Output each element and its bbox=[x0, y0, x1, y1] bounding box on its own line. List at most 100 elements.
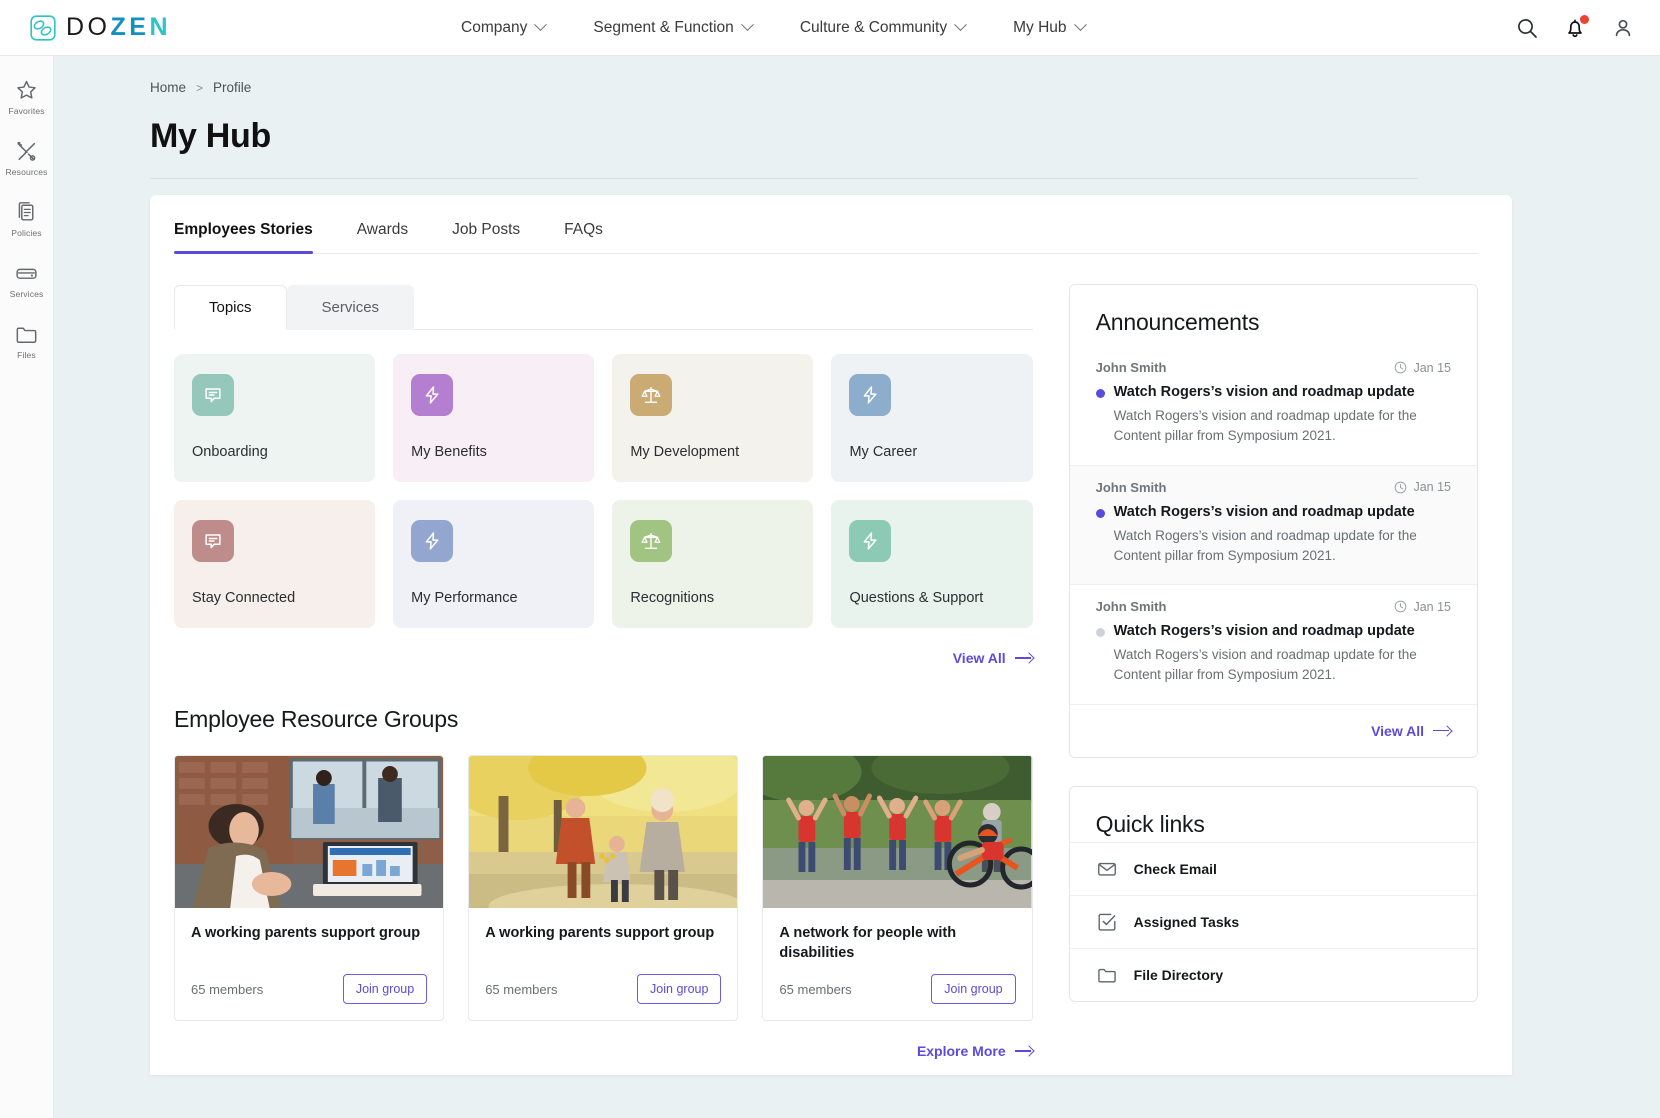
server-icon bbox=[14, 261, 39, 286]
tab-label: FAQs bbox=[564, 221, 603, 238]
topic-card-my-performance[interactable]: My Performance bbox=[393, 500, 595, 628]
left-column: Topics Services Onboarding My Benefits M… bbox=[174, 284, 1033, 1059]
announcement-item[interactable]: John Smith Jan 15 Watch Rogers’s vision … bbox=[1069, 465, 1477, 585]
sidebar-item-policies[interactable]: Policies bbox=[0, 200, 54, 238]
brand-logo[interactable]: DOZEN bbox=[30, 13, 171, 42]
chat-bubble-icon bbox=[192, 374, 234, 416]
announcement-item[interactable]: John Smith Jan 15 Watch Rogers’s vision … bbox=[1069, 346, 1477, 466]
brand-part-do: DO bbox=[66, 13, 111, 41]
topic-card-my-development[interactable]: My Development bbox=[612, 354, 814, 482]
tab-employees-stories[interactable]: Employees Stories bbox=[174, 221, 313, 254]
content-panel: Employees Stories Awards Job Posts FAQs bbox=[150, 195, 1512, 1075]
topic-card-my-career[interactable]: My Career bbox=[831, 354, 1033, 482]
join-group-button[interactable]: Join group bbox=[637, 974, 722, 1004]
search-button[interactable] bbox=[1514, 15, 1540, 41]
page-title: My Hub bbox=[150, 117, 271, 155]
unread-dot-icon bbox=[1095, 389, 1105, 398]
nav-item-culture-community[interactable]: Culture & Community bbox=[800, 18, 967, 37]
main-tabs: Employees Stories Awards Job Posts FAQs bbox=[174, 221, 1478, 254]
dozen-logo-icon bbox=[30, 14, 56, 41]
read-dot-icon bbox=[1095, 628, 1105, 637]
sidebar-item-label: Favorites bbox=[8, 106, 45, 116]
subtab-services[interactable]: Services bbox=[286, 285, 415, 330]
view-all-label: View All bbox=[1371, 722, 1424, 739]
subtab-label: Services bbox=[321, 299, 380, 316]
bolt-icon bbox=[411, 520, 454, 562]
announcement-description: Watch Rogers’s vision and roadmap update… bbox=[1113, 647, 1417, 683]
subtab-topics[interactable]: Topics bbox=[174, 285, 287, 330]
primary-nav: Company Segment & Function Culture & Com… bbox=[461, 18, 1087, 37]
erg-card-title: A working parents support group bbox=[485, 925, 715, 941]
announcement-date: Jan 15 bbox=[1394, 361, 1451, 375]
nav-item-company[interactable]: Company bbox=[461, 18, 548, 37]
clock-icon bbox=[1394, 361, 1407, 374]
nav-item-label: My Hub bbox=[1013, 18, 1067, 36]
nav-item-label: Segment & Function bbox=[593, 18, 734, 36]
erg-card[interactable]: A network for people with disabilities 6… bbox=[762, 755, 1033, 1021]
arrow-right-icon bbox=[1014, 653, 1033, 663]
quick-link-label: Assigned Tasks bbox=[1133, 913, 1240, 930]
erg-card-members: 65 members bbox=[779, 981, 852, 997]
chevron-down-icon bbox=[1073, 18, 1087, 32]
erg-grid: A working parents support group 65 membe… bbox=[174, 755, 1033, 1021]
erg-card[interactable]: A working parents support group 65 membe… bbox=[174, 755, 445, 1021]
checkbox-check-icon bbox=[1096, 911, 1118, 933]
nav-item-segment-function[interactable]: Segment & Function bbox=[593, 18, 754, 37]
scales-icon bbox=[630, 374, 673, 416]
bolt-icon bbox=[411, 374, 454, 416]
announcement-title: Watch Rogers’s vision and roadmap update bbox=[1095, 503, 1451, 520]
breadcrumb-home[interactable]: Home bbox=[150, 80, 186, 95]
tab-awards[interactable]: Awards bbox=[357, 221, 408, 253]
chevron-down-icon bbox=[534, 18, 548, 32]
sidebar-item-favorites[interactable]: Favorites bbox=[0, 78, 54, 116]
join-group-button[interactable]: Join group bbox=[342, 974, 428, 1004]
topic-card-questions-support[interactable]: Questions & Support bbox=[831, 500, 1033, 628]
topics-view-all-link[interactable]: View All bbox=[174, 650, 1033, 666]
topic-label: My Career bbox=[849, 444, 918, 460]
explore-more-label: Explore More bbox=[916, 1043, 1006, 1059]
announcement-item[interactable]: John Smith Jan 15 Watch Rogers’s vision … bbox=[1069, 585, 1477, 705]
topic-label: My Development bbox=[630, 444, 740, 460]
nav-item-my-hub[interactable]: My Hub bbox=[1013, 18, 1087, 37]
topic-card-stay-connected[interactable]: Stay Connected bbox=[174, 500, 376, 628]
join-group-button[interactable]: Join group bbox=[931, 974, 1016, 1004]
sidebar-item-files[interactable]: Files bbox=[0, 322, 54, 360]
arrow-right-icon bbox=[1433, 726, 1451, 736]
folder-icon bbox=[14, 322, 39, 347]
clipboard-icon bbox=[14, 200, 39, 225]
explore-more-link[interactable]: Explore More bbox=[174, 1043, 1033, 1059]
subtab-label: Topics bbox=[209, 299, 252, 316]
announcement-title: Watch Rogers’s vision and roadmap update bbox=[1095, 384, 1451, 400]
quick-link-check-email[interactable]: Check Email bbox=[1069, 841, 1477, 895]
sidebar-item-label: Policies bbox=[11, 228, 42, 238]
quick-link-assigned-tasks[interactable]: Assigned Tasks bbox=[1069, 894, 1477, 948]
announcement-date-label: Jan 15 bbox=[1413, 480, 1451, 494]
search-icon bbox=[1516, 17, 1538, 39]
tab-job-posts[interactable]: Job Posts bbox=[452, 221, 520, 253]
brand-wordmark: DOZEN bbox=[66, 13, 171, 42]
tab-faqs[interactable]: FAQs bbox=[564, 221, 603, 253]
sidebar-item-services[interactable]: Services bbox=[0, 261, 54, 299]
arrow-right-icon bbox=[1014, 1046, 1033, 1056]
quick-link-file-directory[interactable]: File Directory bbox=[1069, 947, 1477, 1001]
tab-label: Job Posts bbox=[452, 221, 521, 238]
notifications-button[interactable] bbox=[1562, 14, 1589, 41]
clock-icon bbox=[1394, 481, 1407, 494]
erg-card-members: 65 members bbox=[191, 981, 264, 997]
sidebar-item-resources[interactable]: Resources bbox=[0, 139, 54, 177]
announcement-author: John Smith bbox=[1095, 599, 1167, 614]
announcements-view-all-link[interactable]: View All bbox=[1070, 705, 1477, 757]
topic-card-my-benefits[interactable]: My Benefits bbox=[393, 354, 595, 482]
topic-card-onboarding[interactable]: Onboarding bbox=[174, 354, 376, 482]
account-button[interactable] bbox=[1610, 15, 1636, 41]
announcement-title-label: Watch Rogers’s vision and roadmap update bbox=[1113, 503, 1415, 520]
cyclist-with-cheering-volunteers-photo bbox=[763, 756, 1032, 908]
announcement-author: John Smith bbox=[1095, 479, 1167, 495]
erg-card[interactable]: A working parents support group 65 membe… bbox=[468, 755, 739, 1021]
erg-section-title: Employee Resource Groups bbox=[174, 706, 459, 732]
announcement-author: John Smith bbox=[1095, 360, 1167, 375]
user-icon bbox=[1612, 17, 1634, 39]
quick-link-label: Check Email bbox=[1133, 860, 1217, 877]
topic-label: Recognitions bbox=[630, 590, 715, 606]
topic-card-recognitions[interactable]: Recognitions bbox=[612, 500, 814, 628]
